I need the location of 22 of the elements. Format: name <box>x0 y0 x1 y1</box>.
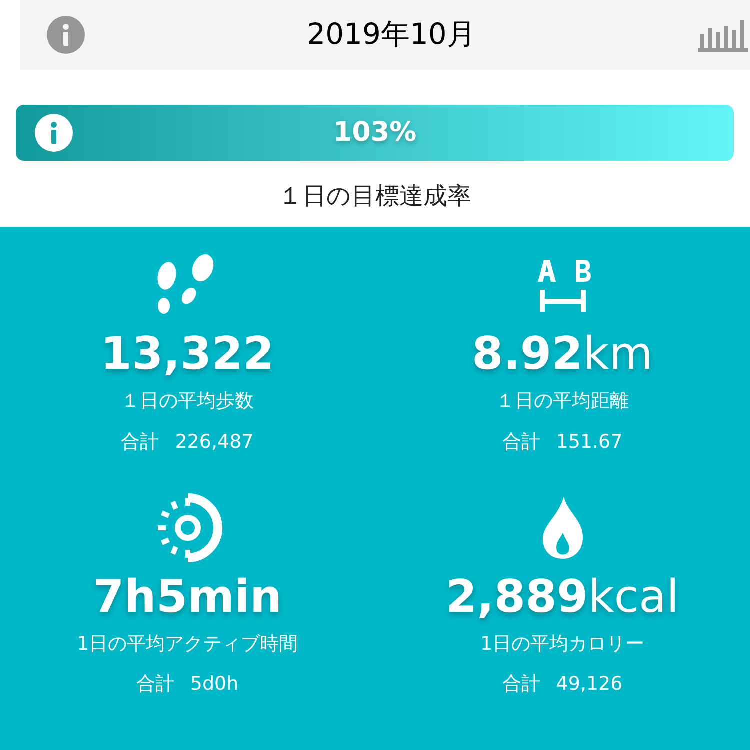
stat-value: 2,889kcal <box>446 568 680 624</box>
month-title: 2019年10月 <box>307 16 476 54</box>
stat-value: 7h5min <box>92 568 282 624</box>
stat-label: １日の平均距離 <box>496 389 629 414</box>
total-value: 49,126 <box>556 672 623 697</box>
total-value: 151.67 <box>556 430 623 454</box>
stat-label: 1日の平均アクティブ時間 <box>76 632 298 656</box>
stat-value: 8.92km <box>472 326 653 382</box>
total-label: 合計 <box>121 430 160 454</box>
total-value: 226,487 <box>175 430 254 454</box>
info-icon[interactable] <box>47 16 85 54</box>
total-value: 5d0h <box>190 672 239 697</box>
stat-value: 13,322 <box>100 326 274 382</box>
info-icon[interactable] <box>35 114 73 152</box>
goal-caption: １日の目標達成率 <box>278 181 472 212</box>
total-label: 合計 <box>136 672 174 697</box>
goal-percent: 103% <box>333 116 417 150</box>
total-label: 合計 <box>502 430 540 454</box>
bar-chart-icon[interactable] <box>698 18 748 52</box>
total-label: 合計 <box>502 672 540 697</box>
stat-label: 1日の平均カロリー <box>480 632 645 656</box>
stat-label: １日の平均歩数 <box>121 389 254 414</box>
